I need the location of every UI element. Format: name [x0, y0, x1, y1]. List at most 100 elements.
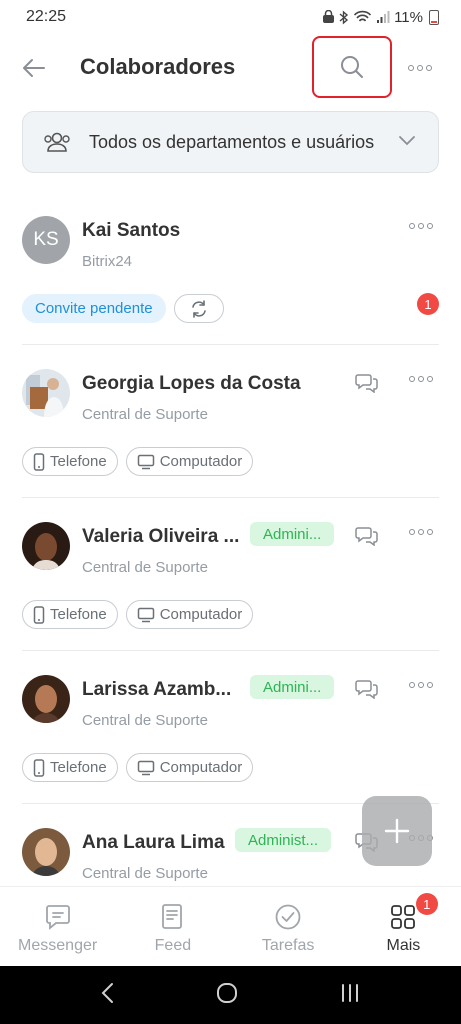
more-dots-icon [408, 65, 432, 71]
computer-chip[interactable]: Computador [125, 753, 254, 782]
user-name: Valeria Oliveira ... [82, 526, 240, 547]
battery-icon [429, 9, 439, 25]
recents-icon [342, 983, 359, 1002]
page-title: Colaboradores [80, 54, 236, 79]
user-subtitle: Central de Suporte [82, 865, 208, 882]
header: Colaboradores [0, 34, 461, 102]
admin-badge: Administ... [235, 828, 332, 852]
user-card[interactable]: Larissa Azamb... Admini... Central de Su… [22, 651, 439, 804]
user-list: KS Kai Santos Bitrix24 Convite pendente … [0, 192, 461, 886]
admin-badge: Admini... [250, 675, 335, 699]
department-filter[interactable]: Todos os departamentos e usuários [22, 111, 439, 173]
phone-chip-label: Telefone [50, 759, 107, 776]
more-dots-icon [409, 682, 433, 688]
feed-icon [161, 904, 182, 929]
lock-icon [323, 10, 335, 23]
status-icons: 11% [322, 9, 439, 26]
search-icon [341, 56, 363, 78]
computer-icon [137, 454, 154, 469]
chat-icon [355, 527, 378, 546]
users-icon [44, 132, 70, 152]
avatar [22, 675, 70, 723]
user-subtitle: Central de Suporte [82, 406, 208, 423]
tab-label: Mais [386, 937, 421, 954]
user-more-button[interactable] [403, 675, 439, 695]
nav-recents-button[interactable] [339, 983, 361, 1008]
user-name: Ana Laura Lima [82, 832, 225, 853]
tab-label: Tarefas [261, 937, 315, 954]
phone-icon [33, 605, 45, 624]
header-more-button[interactable] [402, 54, 438, 82]
user-card[interactable]: KS Kai Santos Bitrix24 Convite pendente … [22, 192, 439, 345]
more-dots-icon [409, 223, 433, 229]
user-more-button[interactable] [403, 216, 439, 236]
computer-chip-label: Computador [159, 759, 243, 776]
avatar [22, 522, 70, 570]
search-button[interactable] [312, 36, 392, 98]
user-card[interactable]: Valeria Oliveira ... Admini... Central d… [22, 498, 439, 651]
user-more-button[interactable] [403, 522, 439, 542]
nav-home-button[interactable] [215, 981, 239, 1010]
phone-chip[interactable]: Telefone [22, 753, 118, 782]
tab-messenger[interactable]: Messenger [0, 887, 115, 966]
invite-pending-chip[interactable]: Convite pendente [22, 294, 166, 323]
more-dots-icon [409, 529, 433, 535]
tasks-icon [275, 904, 301, 930]
chat-icon [355, 680, 378, 699]
user-subtitle: Bitrix24 [82, 253, 133, 270]
status-time: 22:25 [26, 8, 67, 25]
computer-chip[interactable]: Computador [125, 600, 254, 629]
chat-button[interactable] [352, 369, 382, 395]
computer-chip-label: Computador [159, 606, 243, 623]
phone-chip-label: Telefone [50, 453, 107, 470]
tab-tasks[interactable]: Tarefas [231, 887, 346, 966]
signal-icon [377, 11, 390, 23]
wifi-icon [353, 10, 372, 22]
tab-label: Messenger [18, 937, 98, 954]
chat-button[interactable] [352, 522, 382, 548]
tab-feed[interactable]: Feed [115, 887, 230, 966]
system-nav-bar [0, 966, 461, 1024]
battery-percent: 11% [394, 8, 423, 26]
avatar [22, 828, 70, 876]
phone-icon [33, 758, 45, 777]
resend-invite-button[interactable] [173, 294, 224, 323]
user-chips: Telefone Computador [22, 447, 254, 476]
phone-chip[interactable]: Telefone [22, 447, 118, 476]
phone-chip[interactable]: Telefone [22, 600, 118, 629]
more-dots-icon [409, 376, 433, 382]
computer-chip[interactable]: Computador [125, 447, 254, 476]
tab-badge: 1 [415, 893, 438, 915]
chat-button[interactable] [352, 675, 382, 701]
chat-icon [355, 374, 378, 393]
admin-badge: Admini... [250, 522, 335, 546]
user-card[interactable]: Georgia Lopes da Costa Central de Suport… [22, 345, 439, 498]
computer-icon [137, 607, 154, 622]
user-name: Georgia Lopes da Costa [82, 373, 301, 394]
user-more-button[interactable] [403, 369, 439, 389]
tab-more[interactable]: Mais 1 [346, 887, 461, 966]
home-circle-icon [217, 982, 238, 1003]
bluetooth-icon [339, 9, 349, 25]
nav-back-button[interactable] [100, 982, 116, 1009]
user-chips: Telefone Computador [22, 753, 254, 782]
user-name: Kai Santos [82, 220, 181, 241]
computer-icon [137, 760, 154, 775]
arrow-left-icon [23, 59, 45, 77]
user-chips: Convite pendente [22, 294, 224, 323]
back-button[interactable] [16, 52, 52, 84]
status-bar: 22:25 11% [0, 0, 461, 34]
notification-badge: 1 [417, 293, 439, 315]
user-chips: Telefone Computador [22, 600, 254, 629]
tab-label: Feed [154, 937, 192, 954]
bottom-tab-bar: Messenger Feed Tarefas Mais 1 [0, 886, 461, 966]
refresh-icon [191, 299, 206, 318]
user-subtitle: Central de Suporte [82, 559, 208, 576]
user-name: Larissa Azamb... [82, 679, 232, 700]
messenger-icon [45, 905, 70, 930]
phone-icon [33, 452, 45, 471]
add-button[interactable] [362, 796, 432, 866]
plus-icon [384, 818, 410, 844]
phone-chip-label: Telefone [50, 606, 107, 623]
chevron-left-icon [101, 982, 113, 1003]
